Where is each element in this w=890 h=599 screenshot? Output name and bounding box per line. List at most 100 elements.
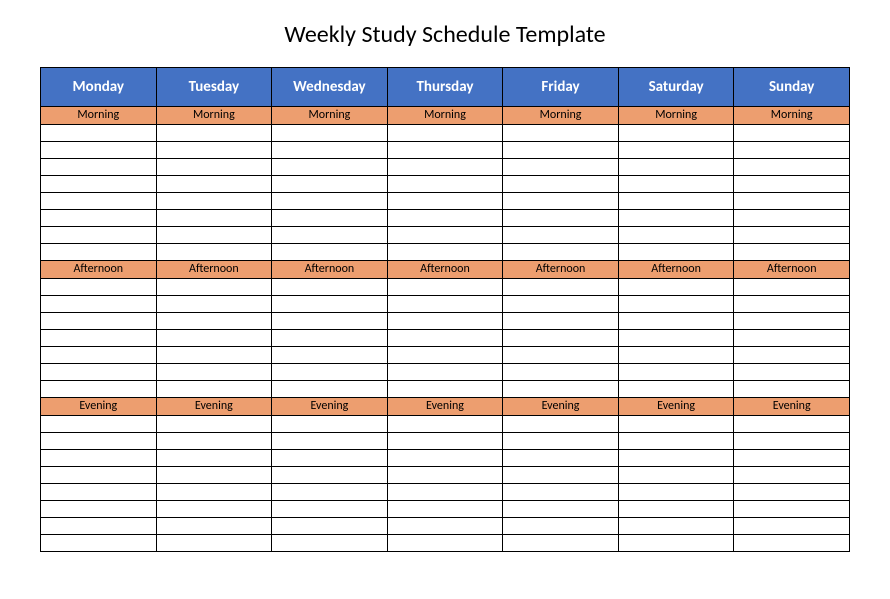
blank-cell (156, 467, 272, 484)
blank-cell (41, 279, 157, 296)
blank-cell (618, 347, 734, 364)
blank-cell (734, 535, 850, 552)
blank-cell (387, 518, 503, 535)
blank-row (41, 518, 850, 535)
blank-cell (503, 501, 619, 518)
section-label-evening: Evening (503, 398, 619, 416)
blank-cell (503, 450, 619, 467)
blank-cell (387, 142, 503, 159)
blank-cell (41, 381, 157, 398)
blank-cell (387, 484, 503, 501)
blank-cell (41, 210, 157, 227)
blank-row (41, 313, 850, 330)
blank-cell (156, 296, 272, 313)
blank-cell (618, 244, 734, 261)
section-label-evening: Evening (156, 398, 272, 416)
blank-cell (734, 313, 850, 330)
blank-cell (503, 535, 619, 552)
blank-cell (618, 193, 734, 210)
blank-cell (734, 296, 850, 313)
blank-cell (272, 176, 388, 193)
blank-cell (272, 142, 388, 159)
section-label-morning: Morning (156, 107, 272, 125)
blank-cell (41, 125, 157, 142)
blank-cell (387, 210, 503, 227)
blank-row (41, 176, 850, 193)
blank-cell (156, 381, 272, 398)
blank-cell (734, 330, 850, 347)
section-label-evening: Evening (618, 398, 734, 416)
blank-cell (41, 501, 157, 518)
blank-cell (734, 244, 850, 261)
blank-cell (156, 210, 272, 227)
blank-cell (41, 193, 157, 210)
blank-cell (618, 279, 734, 296)
blank-cell (734, 159, 850, 176)
blank-cell (272, 433, 388, 450)
blank-cell (734, 381, 850, 398)
schedule-table: Monday Tuesday Wednesday Thursday Friday… (40, 67, 850, 552)
blank-row (41, 125, 850, 142)
blank-cell (387, 416, 503, 433)
blank-cell (618, 450, 734, 467)
blank-cell (734, 279, 850, 296)
blank-cell (387, 313, 503, 330)
blank-row (41, 364, 850, 381)
section-label-afternoon: Afternoon (503, 261, 619, 279)
blank-cell (156, 518, 272, 535)
blank-cell (503, 125, 619, 142)
blank-cell (618, 159, 734, 176)
blank-cell (156, 313, 272, 330)
blank-cell (272, 364, 388, 381)
blank-cell (156, 416, 272, 433)
blank-cell (734, 501, 850, 518)
section-label-morning: Morning (734, 107, 850, 125)
blank-cell (41, 176, 157, 193)
blank-cell (503, 364, 619, 381)
blank-cell (734, 125, 850, 142)
blank-cell (618, 364, 734, 381)
blank-cell (156, 244, 272, 261)
blank-row (41, 535, 850, 552)
blank-cell (156, 347, 272, 364)
section-label-afternoon: Afternoon (156, 261, 272, 279)
blank-cell (387, 347, 503, 364)
header-tuesday: Tuesday (156, 68, 272, 107)
blank-cell (503, 142, 619, 159)
blank-cell (618, 467, 734, 484)
blank-cell (41, 227, 157, 244)
blank-row (41, 330, 850, 347)
section-label-evening: Evening (272, 398, 388, 416)
blank-cell (618, 501, 734, 518)
blank-cell (618, 142, 734, 159)
blank-row (41, 450, 850, 467)
blank-cell (734, 364, 850, 381)
blank-cell (272, 450, 388, 467)
blank-cell (272, 279, 388, 296)
blank-cell (272, 125, 388, 142)
blank-cell (734, 142, 850, 159)
page-title: Weekly Study Schedule Template (40, 20, 850, 49)
blank-cell (41, 450, 157, 467)
blank-cell (618, 518, 734, 535)
blank-row (41, 347, 850, 364)
blank-cell (387, 227, 503, 244)
header-row: Monday Tuesday Wednesday Thursday Friday… (41, 68, 850, 107)
blank-cell (618, 330, 734, 347)
blank-cell (503, 176, 619, 193)
section-label-evening: Evening (41, 398, 157, 416)
blank-cell (41, 347, 157, 364)
blank-cell (618, 296, 734, 313)
blank-cell (387, 381, 503, 398)
blank-cell (618, 433, 734, 450)
blank-cell (618, 176, 734, 193)
blank-cell (156, 330, 272, 347)
blank-cell (41, 484, 157, 501)
blank-cell (387, 279, 503, 296)
blank-cell (734, 433, 850, 450)
blank-row (41, 210, 850, 227)
header-wednesday: Wednesday (272, 68, 388, 107)
blank-cell (272, 501, 388, 518)
blank-row (41, 467, 850, 484)
blank-row (41, 244, 850, 261)
